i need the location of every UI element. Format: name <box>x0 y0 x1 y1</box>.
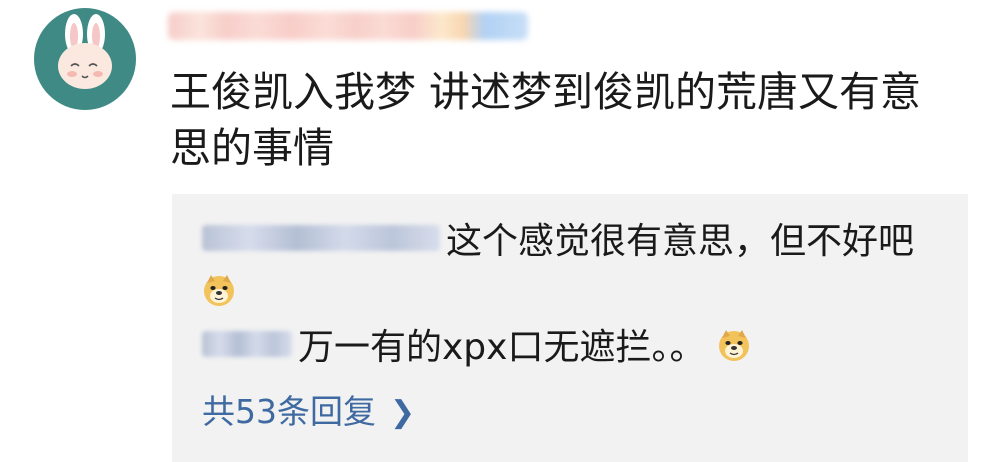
view-all-replies-link[interactable]: 共53条回复 ❯ <box>202 390 415 436</box>
chevron-right-icon: ❯ <box>390 395 416 430</box>
replies-panel[interactable]: 这个感觉很有意思，但不好吧 万一有的xpx口无遮拦。。 共53条回复 ❯ <box>172 194 968 462</box>
view-all-replies-label: 共53条回复 <box>202 392 376 431</box>
doge-emoji-icon <box>717 328 751 362</box>
reply-item[interactable]: 这个感觉很有意思，但不好吧 <box>202 216 942 317</box>
comment-text: 王俊凯入我梦 讲述梦到俊凯的荒唐又有意思的事情 <box>170 68 922 172</box>
reply-username-redacted[interactable] <box>202 225 440 251</box>
bunny-avatar-icon <box>58 14 112 89</box>
comment-username-redacted[interactable] <box>168 12 528 40</box>
reply-text: 这个感觉很有意思，但不好吧 <box>446 221 915 262</box>
user-avatar[interactable] <box>34 8 136 110</box>
doge-emoji-icon <box>202 273 236 307</box>
reply-item[interactable]: 万一有的xpx口无遮拦。。 <box>202 322 942 373</box>
reply-text: 万一有的xpx口无遮拦。。 <box>298 327 706 368</box>
reply-username-redacted[interactable] <box>202 331 292 357</box>
